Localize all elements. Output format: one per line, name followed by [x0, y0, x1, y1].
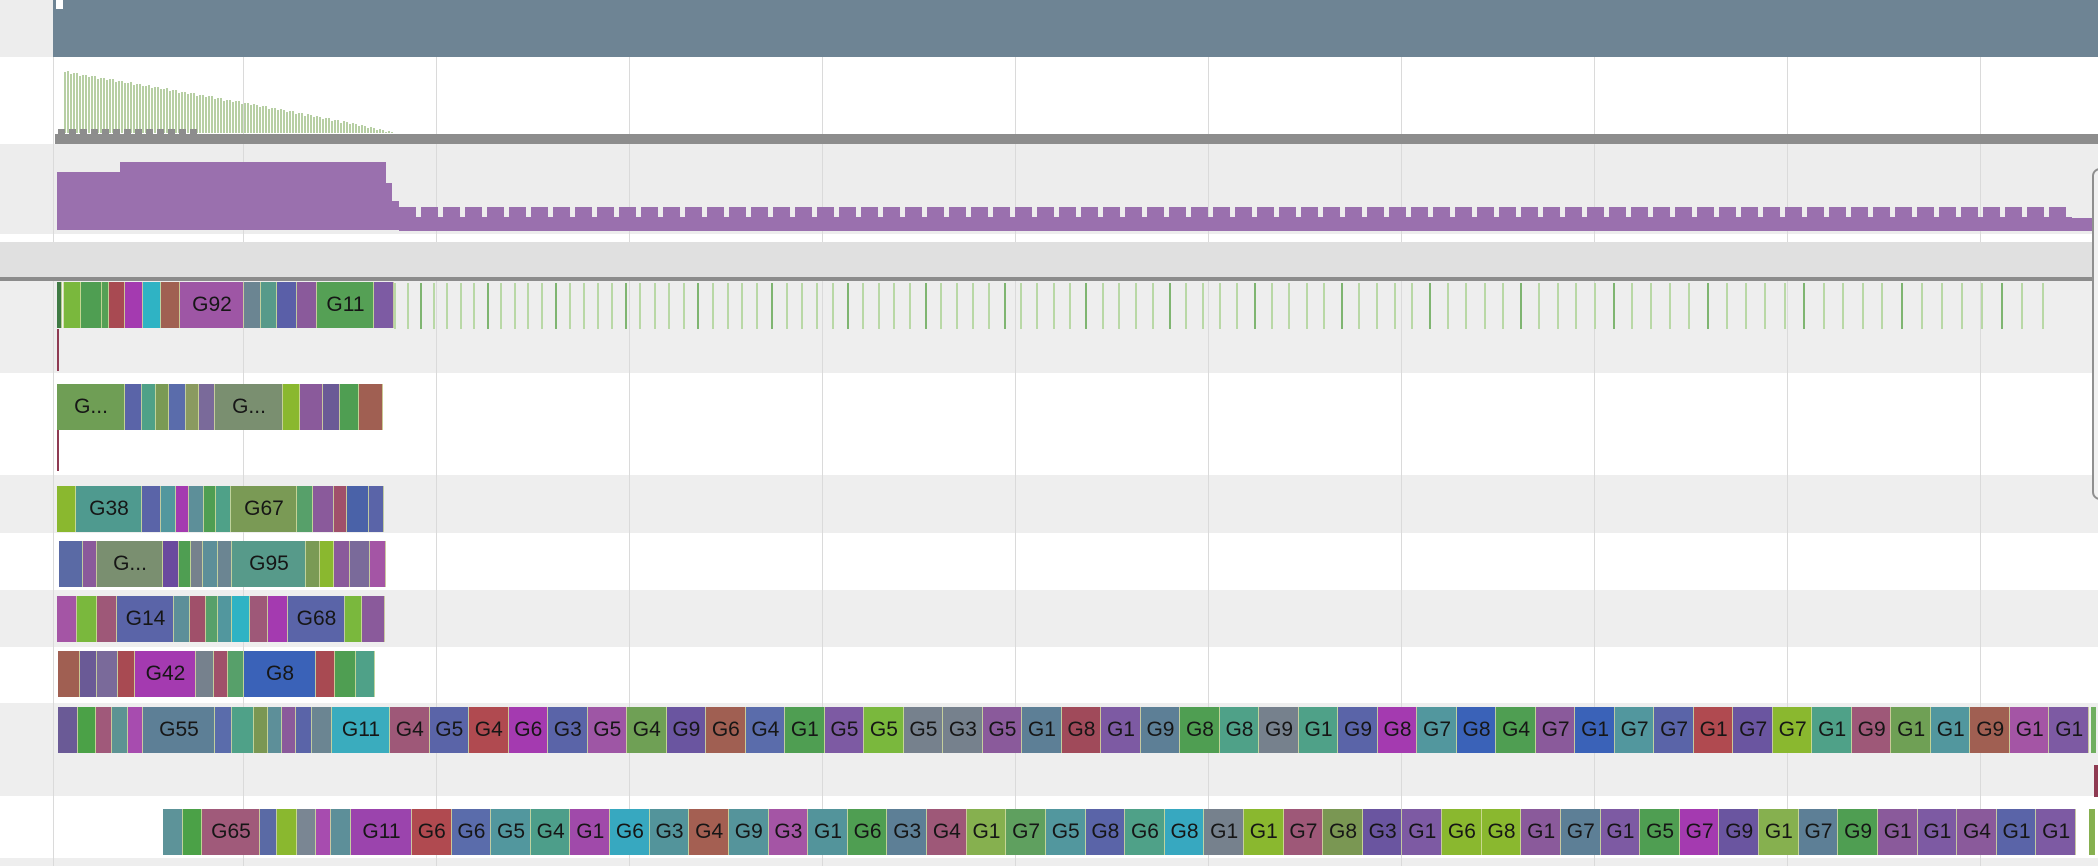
scrollbar-thumb[interactable]: [2092, 168, 2098, 500]
timeline-viewport: G92G11G...G...G38G67G...G95G14G68G42G8G5…: [0, 0, 2098, 866]
scrollbar-layer: [0, 0, 2098, 866]
